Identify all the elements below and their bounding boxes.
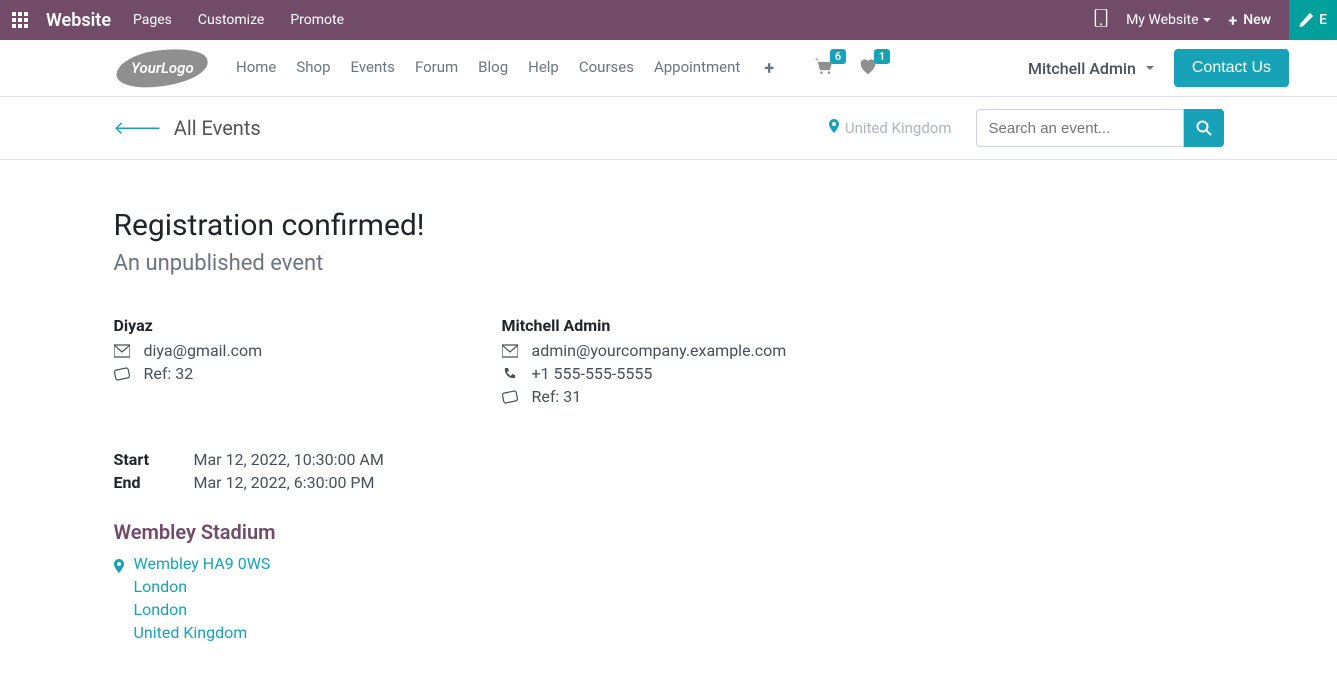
logo-text: YourLogo (131, 59, 194, 77)
location-label: United Kingdom (845, 119, 952, 137)
sub-bar: 🡐 All Events United Kingdom (0, 97, 1337, 160)
top-bar-left: Website Pages Customize Promote (12, 10, 348, 31)
attendee-email: admin@yourcompany.example.com (532, 341, 787, 360)
venue-line[interactable]: Wembley HA9 0WS (134, 554, 271, 573)
attendee-email-row: admin@yourcompany.example.com (502, 341, 842, 360)
edit-button[interactable]: E (1289, 0, 1337, 40)
search-button[interactable] (1184, 109, 1224, 147)
page-subtitle: An unpublished event (114, 251, 1224, 276)
site-nav: YourLogo Home Shop Events Forum Blog Hel… (0, 40, 1337, 97)
menu-pages[interactable]: Pages (129, 12, 176, 28)
venue-address: Wembley HA9 0WS London London United Kin… (114, 554, 1224, 642)
nav-events[interactable]: Events (351, 58, 395, 79)
attendee-ref-row: Ref: 32 (114, 364, 454, 383)
attendee-email: diya@gmail.com (144, 341, 263, 360)
arrow-left-icon: 🡐 (114, 118, 162, 139)
ticket-icon (502, 390, 518, 404)
nav-add-icon[interactable]: + (764, 58, 774, 79)
nav-right: Mitchell Admin Contact Us (1028, 49, 1289, 87)
caret-down-icon (1203, 18, 1211, 22)
apps-icon[interactable] (12, 12, 28, 28)
app-title[interactable]: Website (46, 10, 111, 31)
search-icon (1196, 120, 1212, 136)
schedule: Start Mar 12, 2022, 10:30:00 AM End Mar … (114, 450, 1224, 492)
new-label: New (1243, 12, 1271, 28)
search-group (976, 109, 1224, 147)
nav-forum[interactable]: Forum (415, 58, 458, 79)
schedule-start-row: Start Mar 12, 2022, 10:30:00 AM (114, 450, 1224, 469)
nav-home[interactable]: Home (236, 58, 276, 79)
edit-label: E (1319, 12, 1327, 28)
my-website-dropdown[interactable]: My Website (1126, 12, 1210, 28)
nav-courses[interactable]: Courses (579, 58, 634, 79)
phone-icon (502, 367, 518, 381)
nav-icons: 6 1 (814, 57, 878, 79)
menu-customize[interactable]: Customize (194, 12, 268, 28)
back-label: All Events (174, 116, 261, 140)
location-filter[interactable]: United Kingdom (829, 119, 952, 137)
site-logo[interactable]: YourLogo (116, 50, 208, 86)
pencil-icon (1299, 13, 1313, 27)
ticket-icon (114, 367, 130, 381)
nav-appointment[interactable]: Appointment (654, 58, 740, 79)
plus-icon: + (1229, 11, 1238, 30)
attendee-ref: Ref: 31 (532, 387, 582, 406)
attendee-ref-row: Ref: 31 (502, 387, 842, 406)
attendee-name: Diyaz (114, 316, 454, 335)
attendee-ref: Ref: 32 (144, 364, 194, 383)
nav-shop[interactable]: Shop (296, 58, 330, 79)
mobile-preview-icon[interactable] (1094, 9, 1108, 31)
new-button[interactable]: + New (1229, 11, 1272, 30)
attendee-name: Mitchell Admin (502, 316, 842, 335)
attendee-phone-row: +1 555-555-5555 (502, 364, 842, 383)
venue-lines: Wembley HA9 0WS London London United Kin… (134, 554, 271, 642)
map-pin-icon (829, 119, 839, 137)
caret-down-icon (1146, 66, 1154, 70)
attendee-card: Diyaz diya@gmail.com Ref: 32 (114, 316, 454, 410)
page-title: Registration confirmed! (114, 208, 1224, 243)
nav-blog[interactable]: Blog (478, 58, 508, 79)
menu-promote[interactable]: Promote (286, 12, 348, 28)
user-name: Mitchell Admin (1028, 59, 1136, 78)
start-label: Start (114, 450, 194, 469)
envelope-icon (114, 344, 130, 358)
envelope-icon (502, 344, 518, 358)
attendees: Diyaz diya@gmail.com Ref: 32 Mitchell Ad… (114, 316, 1224, 410)
cart-button[interactable]: 6 (814, 57, 834, 79)
cart-count-badge: 6 (830, 49, 846, 64)
end-value: Mar 12, 2022, 6:30:00 PM (194, 473, 375, 492)
content: Registration confirmed! An unpublished e… (99, 160, 1239, 682)
venue-line[interactable]: London (134, 600, 271, 619)
nav-links: Home Shop Events Forum Blog Help Courses… (236, 58, 774, 79)
back-all-events[interactable]: 🡐 All Events (114, 116, 261, 140)
attendee-email-row: diya@gmail.com (114, 341, 454, 360)
attendee-phone: +1 555-555-5555 (532, 364, 653, 383)
search-input[interactable] (976, 109, 1184, 147)
schedule-end-row: End Mar 12, 2022, 6:30:00 PM (114, 473, 1224, 492)
start-value: Mar 12, 2022, 10:30:00 AM (194, 450, 384, 469)
venue-line[interactable]: London (134, 577, 271, 596)
user-menu[interactable]: Mitchell Admin (1028, 59, 1154, 78)
top-bar-right: My Website + New E (1094, 0, 1325, 40)
end-label: End (114, 473, 194, 492)
attendee-card: Mitchell Admin admin@yourcompany.example… (502, 316, 842, 410)
nav-help[interactable]: Help (528, 58, 559, 79)
wishlist-button[interactable]: 1 (858, 57, 878, 79)
my-website-label: My Website (1126, 12, 1198, 28)
venue-name: Wembley Stadium (114, 520, 1224, 544)
map-pin-icon (114, 554, 124, 578)
top-bar: Website Pages Customize Promote My Websi… (0, 0, 1337, 40)
wishlist-count-badge: 1 (874, 49, 890, 64)
contact-us-button[interactable]: Contact Us (1174, 49, 1289, 87)
